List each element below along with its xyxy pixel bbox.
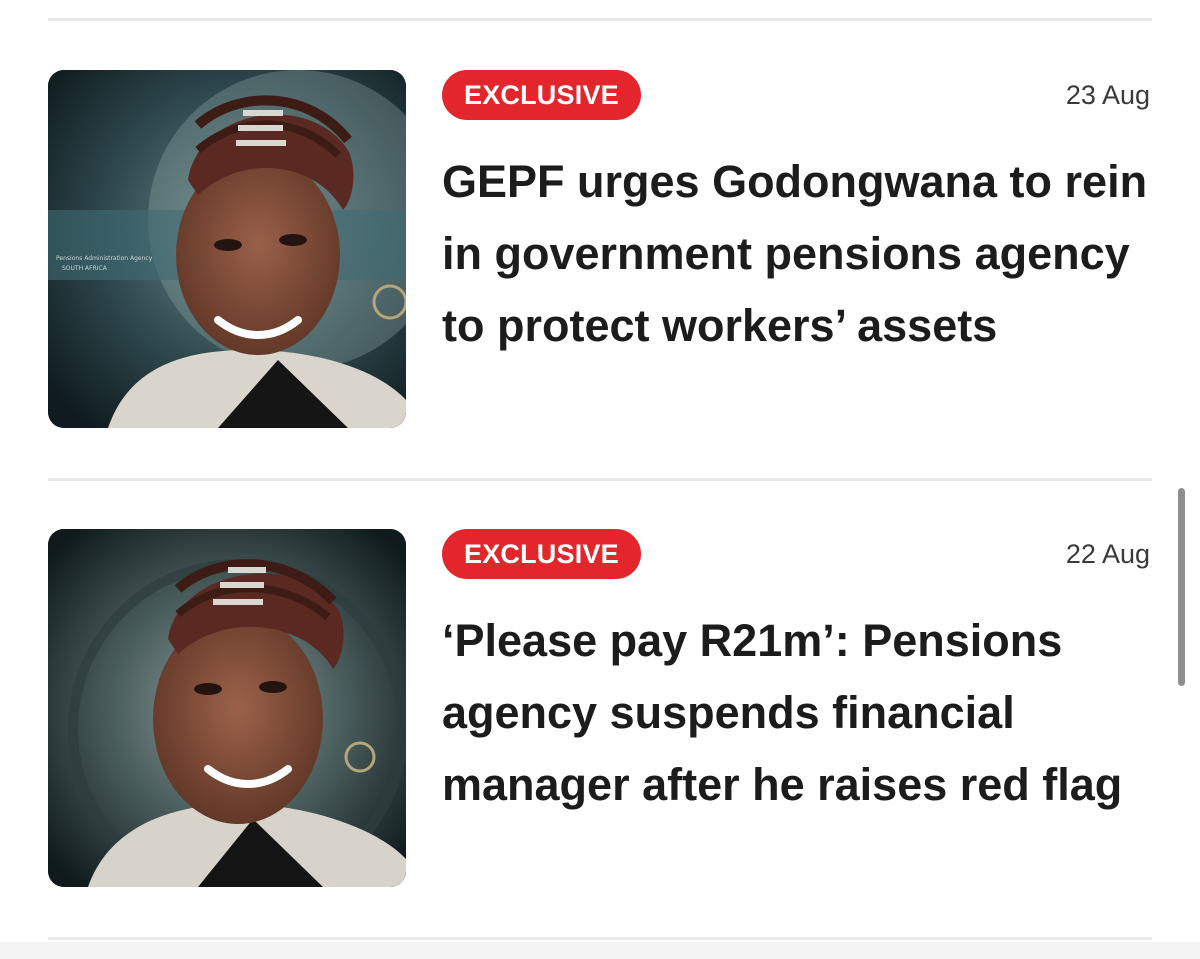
exclusive-badge: EXCLUSIVE bbox=[442, 70, 641, 120]
article-headline[interactable]: ‘Please pay R21m’: Pensions agency suspe… bbox=[442, 605, 1152, 821]
article-date: 22 Aug bbox=[1065, 539, 1150, 569]
article-card[interactable]: Pensions Administration Agency SOUTH AFR… bbox=[48, 70, 1152, 430]
bottom-strip bbox=[0, 942, 1200, 959]
article-card[interactable]: EXCLUSIVE 22 Aug ‘Please pay R21m’: Pens… bbox=[48, 529, 1152, 889]
article-thumbnail[interactable]: Pensions Administration Agency SOUTH AFR… bbox=[48, 70, 406, 428]
exclusive-badge: EXCLUSIVE bbox=[442, 529, 641, 579]
divider bbox=[48, 937, 1152, 940]
divider bbox=[48, 478, 1152, 481]
article-date: 23 Aug bbox=[1065, 80, 1150, 110]
image-caption: SOUTH AFRICA bbox=[62, 265, 108, 272]
news-feed: Pensions Administration Agency SOUTH AFR… bbox=[0, 0, 1200, 959]
portrait-image: Pensions Administration Agency SOUTH AFR… bbox=[48, 70, 406, 428]
image-caption: Pensions Administration Agency bbox=[56, 255, 153, 262]
portrait-image bbox=[48, 529, 406, 887]
divider bbox=[48, 18, 1152, 21]
article-thumbnail[interactable] bbox=[48, 529, 406, 887]
scrollbar[interactable] bbox=[1178, 488, 1185, 686]
article-headline[interactable]: GEPF urges Godongwana to rein in governm… bbox=[442, 146, 1152, 362]
